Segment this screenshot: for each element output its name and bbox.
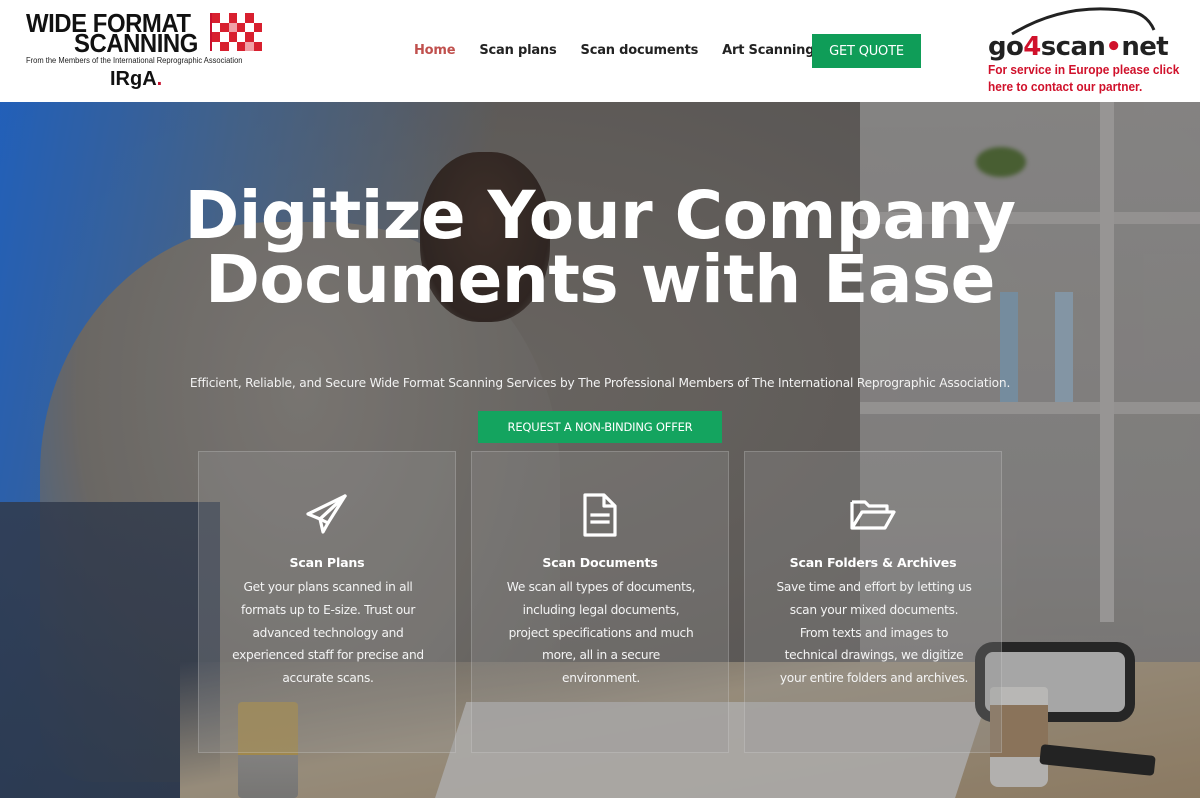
brand-scan: scan [1040,32,1106,62]
card-body: We scan all types of documents, includin… [506,580,696,686]
brand-go: go [988,32,1024,62]
nav-art-scanning[interactable]: Art Scanning [722,43,814,58]
logo-tagline: From the Members of the International Re… [26,55,243,65]
partner-message-line1: For service in Europe please click [988,62,1180,77]
card-title: Scan Folders & Archives [789,555,957,570]
request-offer-button[interactable]: REQUEST A NON-BINDING OFFER [478,411,722,443]
logo-acronym: IRgA. [110,68,162,91]
partner-message: For service in Europe please click here t… [988,61,1179,95]
card-title: Scan Plans [289,555,365,570]
hero-subheadline: Efficient, Reliable, and Secure Wide For… [189,376,1011,390]
hero-headline-line2: Documents with Ease [205,241,995,318]
main-nav: Home Scan plans Scan documents Art Scann… [414,43,838,58]
site-logo[interactable]: WIDE FORMAT SCANNING From the Members of… [24,10,264,90]
nav-home[interactable]: Home [414,43,456,58]
brand-dot: • [1105,32,1122,62]
service-card-scan-plans[interactable]: Scan Plans Get your plans scanned in all… [198,451,456,753]
get-quote-button[interactable]: GET QUOTE [812,34,921,68]
nav-scan-plans[interactable]: Scan plans [479,43,556,58]
checkered-logo-icon [210,13,262,51]
brand-net: net [1121,32,1169,62]
nav-scan-documents[interactable]: Scan documents [581,43,699,58]
logo-line2: SCANNING [74,28,198,58]
site-header: WIDE FORMAT SCANNING From the Members of… [0,0,1200,102]
open-folder-icon [745,492,1001,538]
partner-brand: go4scan•net [988,32,1169,62]
partner-message-line2: here to contact our partner. [988,79,1143,94]
card-body: Save time and effort by letting us scan … [776,580,972,686]
partner-link[interactable]: go4scan•net For service in Europe please… [984,6,1184,98]
hero-headline: Digitize Your Company Documents with Eas… [0,183,1200,318]
hero-section: Digitize Your Company Documents with Eas… [0,102,1200,798]
logo-acronym-dot: . [156,68,163,90]
card-title: Scan Documents [542,555,658,570]
document-icon [472,492,728,538]
paper-plane-icon [199,492,455,538]
service-cards: Scan Plans Get your plans scanned in all… [198,451,1002,753]
service-card-scan-folders[interactable]: Scan Folders & Archives Save time and ef… [744,451,1002,753]
brand-four: 4 [1023,32,1041,62]
logo-acronym-text: IRgA [110,68,157,90]
service-card-scan-documents[interactable]: Scan Documents We scan all types of docu… [471,451,729,753]
card-body: Get your plans scanned in all formats up… [232,580,424,686]
